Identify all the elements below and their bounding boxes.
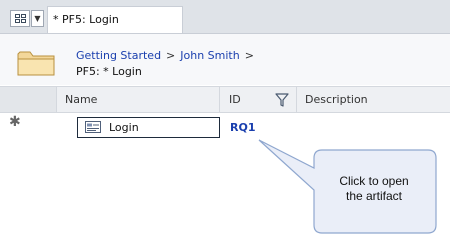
- artifact-form-icon: [85, 121, 101, 133]
- tab-pf5-login[interactable]: * PF5: Login: [47, 6, 183, 33]
- row-header-gutter: [0, 87, 57, 112]
- breadcrumb: Getting Started > John Smith >: [76, 49, 259, 62]
- artifact-name: Login: [109, 121, 139, 134]
- folder-icon: [17, 51, 55, 76]
- column-divider[interactable]: [296, 87, 297, 112]
- name-cell[interactable]: Login: [77, 117, 220, 138]
- column-header-id[interactable]: ID: [229, 93, 241, 106]
- callout-text-line-2: the artifact: [345, 189, 403, 203]
- column-divider[interactable]: [219, 87, 220, 112]
- grid-icon: [14, 14, 26, 23]
- new-row-marker: ✱: [9, 114, 21, 130]
- breadcrumb-current: PF5: * Login: [76, 65, 142, 78]
- filter-icon[interactable]: [275, 93, 289, 107]
- breadcrumb-separator: >: [166, 49, 176, 62]
- callout-text-line-1: Click to open: [339, 174, 409, 188]
- caret-down-icon[interactable]: ▼: [31, 10, 44, 27]
- breadcrumb-link-john-smith[interactable]: John Smith: [180, 49, 239, 62]
- breadcrumb-separator: >: [244, 49, 254, 62]
- tab-strip: ▼ * PF5: Login: [0, 0, 450, 34]
- callout-text: Click to open the artifact: [310, 174, 438, 204]
- column-header-name[interactable]: Name: [65, 93, 97, 106]
- column-header-row: Name ID Description: [0, 86, 450, 113]
- artifact-id-link[interactable]: RQ1: [230, 121, 255, 134]
- layout-button[interactable]: [10, 10, 30, 27]
- column-header-description[interactable]: Description: [305, 93, 368, 106]
- breadcrumb-link-getting-started[interactable]: Getting Started: [76, 49, 161, 62]
